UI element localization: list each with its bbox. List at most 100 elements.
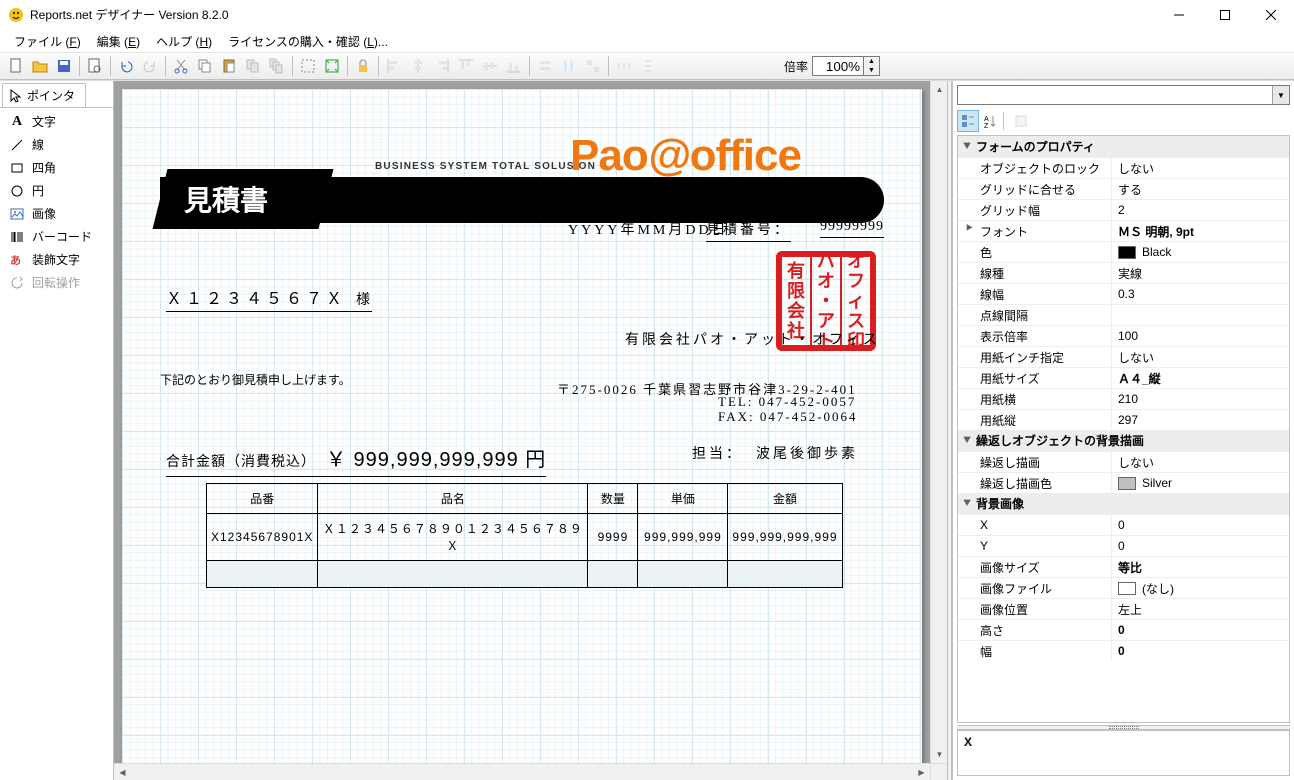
align-bottom-button[interactable] xyxy=(503,55,525,77)
tool-rect[interactable]: 四角 xyxy=(0,156,113,179)
quote-number-label[interactable]: 見積番号： xyxy=(706,219,791,242)
cat-bg-image[interactable]: ⯆背景画像 xyxy=(958,493,1289,514)
prop-width[interactable]: 幅0 xyxy=(958,640,1289,661)
prop-line-width[interactable]: 線幅0.3 xyxy=(958,283,1289,304)
th-unit[interactable]: 単価 xyxy=(638,484,728,514)
object-selector[interactable]: ▼ xyxy=(957,85,1290,105)
hscroll-left[interactable]: ◀ xyxy=(114,764,131,780)
clone-button[interactable] xyxy=(242,55,264,77)
save-button[interactable] xyxy=(53,55,75,77)
company-name[interactable]: 有限会社パオ・アット・オフィス xyxy=(625,329,880,349)
th-amount[interactable]: 金額 xyxy=(728,484,842,514)
distribute-h-button[interactable] xyxy=(613,55,635,77)
prop-paper-h[interactable]: 用紙縦297 xyxy=(958,409,1289,430)
design-canvas[interactable]: BUSINESS SYSTEM TOTAL SOLUSION Pao@offic… xyxy=(122,89,922,780)
date-field[interactable]: YYYY年MM月DD日 xyxy=(568,219,729,239)
prop-lock[interactable]: オブジェクトのロックしない xyxy=(958,157,1289,178)
select-all-button[interactable] xyxy=(297,55,319,77)
th-code[interactable]: 品番 xyxy=(207,484,318,514)
slogan-text[interactable]: BUSINESS SYSTEM TOTAL SOLUSION xyxy=(375,161,596,172)
tool-text[interactable]: A文字 xyxy=(0,110,113,133)
prop-dot-gap[interactable]: 点線間隔 xyxy=(958,304,1289,325)
tool-rotate: 回転操作 xyxy=(0,271,113,294)
quote-number-value[interactable]: 99999999 xyxy=(820,219,884,238)
vscroll-up[interactable]: ▲ xyxy=(931,81,947,98)
alphabetical-button[interactable]: AZ xyxy=(979,110,1001,132)
categorize-button[interactable] xyxy=(957,110,979,132)
th-name[interactable]: 品名 xyxy=(318,484,588,514)
close-button[interactable] xyxy=(1248,0,1294,30)
same-height-button[interactable] xyxy=(558,55,580,77)
prop-inch[interactable]: 用紙インチ指定しない xyxy=(958,346,1289,367)
table-row[interactable] xyxy=(207,561,843,588)
th-qty[interactable]: 数量 xyxy=(588,484,638,514)
clone-group-button[interactable] xyxy=(266,55,288,77)
company-logo[interactable]: Pao@office xyxy=(570,131,801,181)
align-center-h-button[interactable] xyxy=(407,55,429,77)
paste-button[interactable] xyxy=(218,55,240,77)
prop-repeat-draw[interactable]: 繰返し描画しない xyxy=(958,451,1289,472)
open-button[interactable] xyxy=(29,55,51,77)
align-center-v-button[interactable] xyxy=(479,55,501,77)
copy-button[interactable] xyxy=(194,55,216,77)
preview-button[interactable] xyxy=(84,55,106,77)
tool-art-text[interactable]: あ装飾文字 xyxy=(0,248,113,271)
pointer-tab[interactable]: ポインタ xyxy=(2,83,86,107)
prop-font[interactable]: ⯈フォントＭＳ 明朝, 9pt xyxy=(958,220,1289,241)
total-amount[interactable]: 合計金額（消費税込） ￥ 999,999,999,999 円 xyxy=(166,443,546,477)
cat-repeat[interactable]: ⯆繰返しオブジェクトの背景描画 xyxy=(958,430,1289,451)
undo-button[interactable] xyxy=(115,55,137,77)
redo-button[interactable] xyxy=(139,55,161,77)
property-pages-button[interactable] xyxy=(1010,110,1032,132)
tel[interactable]: TEL: 047-452-0057 xyxy=(718,394,856,410)
person-in-charge[interactable]: 担当： 波尾後御歩素 xyxy=(692,443,858,463)
tool-circle[interactable]: 円 xyxy=(0,179,113,202)
prop-img-size[interactable]: 画像サイズ等比 xyxy=(958,556,1289,577)
vscroll-down[interactable]: ▼ xyxy=(931,746,947,763)
menu-edit[interactable]: 編集 (E) xyxy=(89,31,148,52)
minimize-button[interactable] xyxy=(1156,0,1202,30)
document-title[interactable]: 見積書 xyxy=(184,179,268,219)
zoom-input[interactable] xyxy=(812,56,864,76)
prop-grid-width[interactable]: グリッド幅2 xyxy=(958,199,1289,220)
vscroll-track[interactable] xyxy=(931,98,947,746)
customer-field[interactable]: Ｘ１２３４５６７Ｘ 様 xyxy=(166,285,372,312)
prop-paper-size[interactable]: 用紙サイズＡ４_縦 xyxy=(958,367,1289,388)
align-left-button[interactable] xyxy=(383,55,405,77)
fit-button[interactable] xyxy=(321,55,343,77)
cat-form[interactable]: ⯆フォームのプロパティ xyxy=(958,136,1289,157)
tool-line[interactable]: 線 xyxy=(0,133,113,156)
menu-help[interactable]: ヘルプ (H) xyxy=(148,31,220,52)
zoom-spinner[interactable]: ▲▼ xyxy=(864,56,880,76)
prop-img-pos[interactable]: 画像位置左上 xyxy=(958,598,1289,619)
prop-color[interactable]: 色Black xyxy=(958,241,1289,262)
same-size-button[interactable] xyxy=(582,55,604,77)
prop-snap[interactable]: グリッドに合せるする xyxy=(958,178,1289,199)
same-width-button[interactable] xyxy=(534,55,556,77)
menu-license[interactable]: ライセンスの購入・確認 (L)... xyxy=(220,31,396,52)
new-button[interactable] xyxy=(5,55,27,77)
tool-barcode[interactable]: バーコード xyxy=(0,225,113,248)
hscroll-track[interactable] xyxy=(131,764,913,780)
prop-img-file[interactable]: 画像ファイル(なし) xyxy=(958,577,1289,598)
lock-button[interactable] xyxy=(352,55,374,77)
tool-image[interactable]: 画像 xyxy=(0,202,113,225)
cut-button[interactable] xyxy=(170,55,192,77)
prop-height[interactable]: 高さ0 xyxy=(958,619,1289,640)
prop-y[interactable]: Y0 xyxy=(958,535,1289,556)
maximize-button[interactable] xyxy=(1202,0,1248,30)
prop-paper-w[interactable]: 用紙横210 xyxy=(958,388,1289,409)
hscroll-right[interactable]: ▶ xyxy=(913,764,930,780)
prop-x[interactable]: X0 xyxy=(958,514,1289,535)
distribute-v-button[interactable] xyxy=(637,55,659,77)
table-row[interactable]: X12345678901X Ｘ１２３４５６７８９０１２３４５６７８９Ｘ 9999… xyxy=(207,514,843,561)
align-top-button[interactable] xyxy=(455,55,477,77)
align-right-button[interactable] xyxy=(431,55,453,77)
intro-text[interactable]: 下記のとおり御見積申し上げます。 xyxy=(160,371,351,388)
prop-repeat-color[interactable]: 繰返し描画色Silver xyxy=(958,472,1289,493)
detail-table[interactable]: 品番 品名 数量 単価 金額 X12345678901X Ｘ１２３４５６７８９０… xyxy=(206,483,843,588)
prop-line-style[interactable]: 線種実線 xyxy=(958,262,1289,283)
prop-scale[interactable]: 表示倍率100 xyxy=(958,325,1289,346)
menu-file[interactable]: ファイル (F) xyxy=(6,31,89,52)
fax[interactable]: FAX: 047-452-0064 xyxy=(718,409,858,425)
